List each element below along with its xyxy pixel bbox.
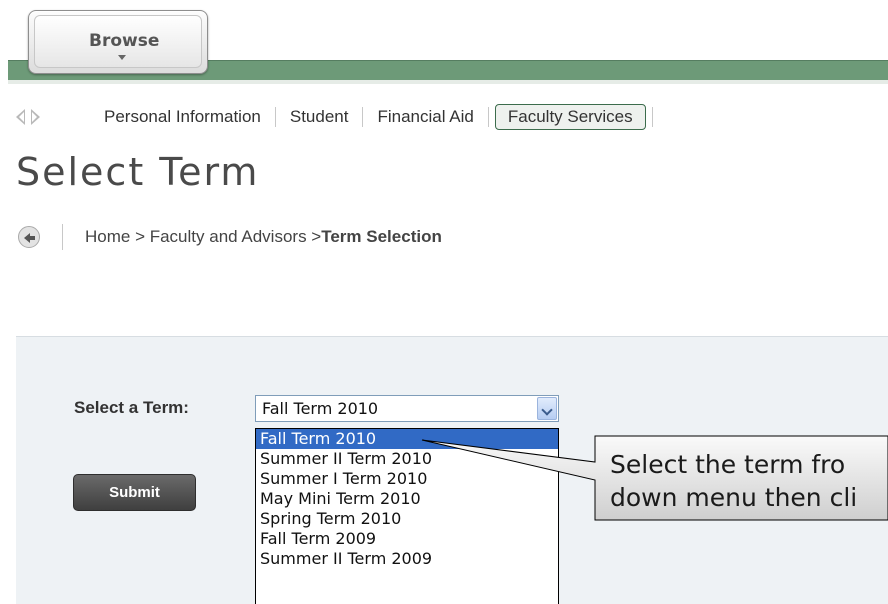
callout-line-2: down menu then cli — [610, 483, 858, 512]
callout-text: Select the term fro down menu then cli — [610, 448, 888, 514]
callout-line-1: Select the term fro — [610, 450, 846, 479]
